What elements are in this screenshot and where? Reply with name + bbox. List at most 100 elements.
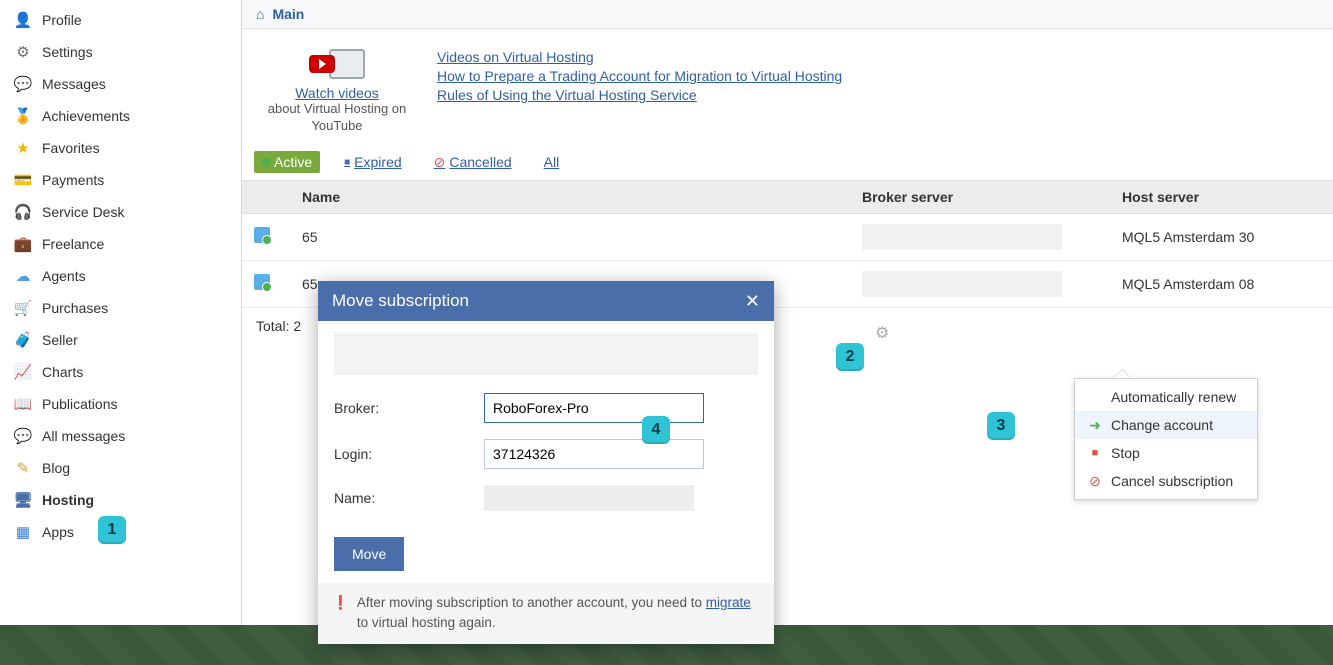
sidebar-item-all-messages[interactable]: 💬 All messages bbox=[0, 420, 241, 452]
sidebar-item-label: Blog bbox=[42, 460, 70, 476]
video-thumb-icon[interactable] bbox=[267, 49, 407, 79]
menu-item-automatically-renew[interactable]: Automatically renew bbox=[1075, 383, 1257, 411]
achievements-icon: 🏅 bbox=[14, 107, 32, 125]
sidebar-item-label: Apps bbox=[42, 524, 74, 540]
sidebar-item-payments[interactable]: 💳Payments bbox=[0, 164, 241, 196]
sidebar-item-freelance[interactable]: 💼Freelance bbox=[0, 228, 241, 260]
sidebar-item-label: Messages bbox=[42, 76, 106, 92]
sidebar-item-label: Purchases bbox=[42, 300, 108, 316]
col-blank bbox=[242, 180, 290, 213]
help-link-2[interactable]: Rules of Using the Virtual Hosting Servi… bbox=[437, 87, 842, 103]
table-row[interactable]: 65 MQL5 Amsterdam 30 bbox=[242, 213, 1333, 260]
sidebar-item-purchases[interactable]: 🛒 Purchases bbox=[0, 292, 241, 324]
info-post: to virtual hosting again. bbox=[357, 615, 496, 630]
dot-icon bbox=[262, 158, 270, 166]
youtube-icon bbox=[309, 55, 335, 73]
row-id: 65 bbox=[302, 229, 318, 245]
help-link-1[interactable]: How to Prepare a Trading Account for Mig… bbox=[437, 68, 842, 84]
sidebar-item-favorites[interactable]: ★ Favorites bbox=[0, 132, 241, 164]
sidebar-item-label: Favorites bbox=[42, 140, 100, 156]
sidebar-item-charts[interactable]: 📈 Charts bbox=[0, 356, 241, 388]
agents-icon: ☁ bbox=[14, 267, 32, 285]
menu-item-stop[interactable]: ■ Stop bbox=[1075, 439, 1257, 467]
dialog-title: Move subscription bbox=[332, 291, 469, 311]
sidebar-item-settings[interactable]: ⚙ Settings bbox=[0, 36, 241, 68]
broker-input[interactable] bbox=[484, 393, 704, 423]
service-desk-icon: 🎧 bbox=[14, 203, 32, 221]
gear-icon[interactable]: ⚙ bbox=[875, 323, 889, 343]
menu-item-label: Cancel subscription bbox=[1111, 473, 1233, 489]
settings-icon: ⚙ bbox=[14, 43, 32, 61]
filter-label: Expired bbox=[354, 154, 401, 170]
watch-videos-link[interactable]: Watch videos bbox=[267, 85, 407, 101]
publications-icon: 📖 bbox=[14, 395, 32, 413]
hosting-icon: 🖥 bbox=[14, 491, 32, 509]
sidebar-item-label: Charts bbox=[42, 364, 83, 380]
migrate-link[interactable]: migrate bbox=[706, 595, 751, 610]
badge-1: 1 bbox=[98, 516, 126, 544]
square-icon: ■ bbox=[344, 157, 350, 168]
filter-active[interactable]: Active bbox=[254, 151, 320, 173]
move-subscription-dialog: Move subscription ✕ Broker: Login: Name:… bbox=[318, 281, 774, 644]
sidebar-item-label: Settings bbox=[42, 44, 93, 60]
filter-cancelled[interactable]: ⊘Cancelled bbox=[426, 151, 520, 174]
sidebar-item-label: Freelance bbox=[42, 236, 104, 252]
host-server: MQL5 Amsterdam 08 bbox=[1122, 276, 1254, 292]
video-sub: about Virtual Hosting on YouTube bbox=[267, 101, 407, 135]
menu-item-change-account[interactable]: ➜Change account bbox=[1075, 411, 1257, 439]
breadcrumb[interactable]: ⌂ Main bbox=[242, 0, 1333, 29]
filter-expired[interactable]: ■ Expired bbox=[336, 151, 410, 173]
login-input[interactable] bbox=[484, 439, 704, 469]
profile-icon: 👤 bbox=[14, 11, 32, 29]
move-button[interactable]: Move bbox=[334, 537, 404, 571]
sidebar-item-label: All messages bbox=[42, 428, 125, 444]
sidebar-item-achievements[interactable]: 🏅Achievements bbox=[0, 100, 241, 132]
sidebar-item-seller[interactable]: 🧳 Seller bbox=[0, 324, 241, 356]
sidebar-item-profile[interactable]: 👤Profile bbox=[0, 4, 241, 36]
sidebar-item-label: Hosting bbox=[42, 492, 94, 508]
stop-icon: ■ bbox=[1087, 445, 1103, 461]
host-server: MQL5 Amsterdam 30 bbox=[1122, 229, 1254, 245]
filter-all[interactable]: All bbox=[536, 151, 568, 173]
col-broker[interactable]: Broker server bbox=[850, 180, 1110, 213]
sidebar-item-messages[interactable]: 💬Messages bbox=[0, 68, 241, 100]
sidebar-item-service-desk[interactable]: 🎧Service Desk bbox=[0, 196, 241, 228]
col-name[interactable]: Name bbox=[290, 180, 850, 213]
purchases-icon: 🛒 bbox=[14, 299, 32, 317]
row-id: 65 bbox=[302, 276, 318, 292]
help-links: Videos on Virtual Hosting How to Prepare … bbox=[437, 49, 842, 106]
menu-item-cancel-subscription[interactable]: ⊘Cancel subscription bbox=[1075, 467, 1257, 495]
charts-icon: 📈 bbox=[14, 363, 32, 381]
col-host[interactable]: Host server bbox=[1110, 180, 1333, 213]
filter-label: Cancelled bbox=[449, 154, 511, 170]
sidebar-item-label: Publications bbox=[42, 396, 118, 412]
blog-icon: ✎ bbox=[14, 459, 32, 477]
all-messages-icon: 💬 bbox=[14, 427, 32, 445]
cancel-icon: ⊘ bbox=[434, 154, 446, 171]
sidebar-item-label: Seller bbox=[42, 332, 78, 348]
help-link-0[interactable]: Videos on Virtual Hosting bbox=[437, 49, 842, 65]
login-label: Login: bbox=[334, 446, 484, 462]
menu-item-label: Automatically renew bbox=[1111, 389, 1236, 405]
badge-2: 2 bbox=[836, 343, 864, 371]
sidebar-item-blog[interactable]: ✎ Blog bbox=[0, 452, 241, 484]
broker-blank bbox=[862, 271, 1062, 297]
close-icon[interactable]: ✕ bbox=[745, 292, 760, 310]
menu-pointer bbox=[1114, 370, 1130, 378]
sidebar-item-agents[interactable]: ☁Agents bbox=[0, 260, 241, 292]
menu-item-label: Stop bbox=[1111, 445, 1140, 461]
seller-icon: 🧳 bbox=[14, 331, 32, 349]
filter-bar: Active ■ Expired ⊘Cancelled All bbox=[242, 149, 1333, 180]
broker-label: Broker: bbox=[334, 400, 484, 416]
name-input-blank[interactable] bbox=[484, 485, 694, 511]
favorites-icon: ★ bbox=[14, 139, 32, 157]
breadcrumb-label: Main bbox=[272, 6, 304, 22]
sidebar-item-publications[interactable]: 📖 Publications bbox=[0, 388, 241, 420]
badge-4: 4 bbox=[642, 416, 670, 444]
payments-icon: 💳 bbox=[14, 171, 32, 189]
info-pre: After moving subscription to another acc… bbox=[357, 595, 706, 610]
sidebar-item-hosting[interactable]: 🖥 Hosting bbox=[0, 484, 241, 516]
blank-icon bbox=[1087, 389, 1103, 405]
filter-label: Active bbox=[274, 154, 312, 170]
change-icon: ➜ bbox=[1087, 417, 1103, 433]
